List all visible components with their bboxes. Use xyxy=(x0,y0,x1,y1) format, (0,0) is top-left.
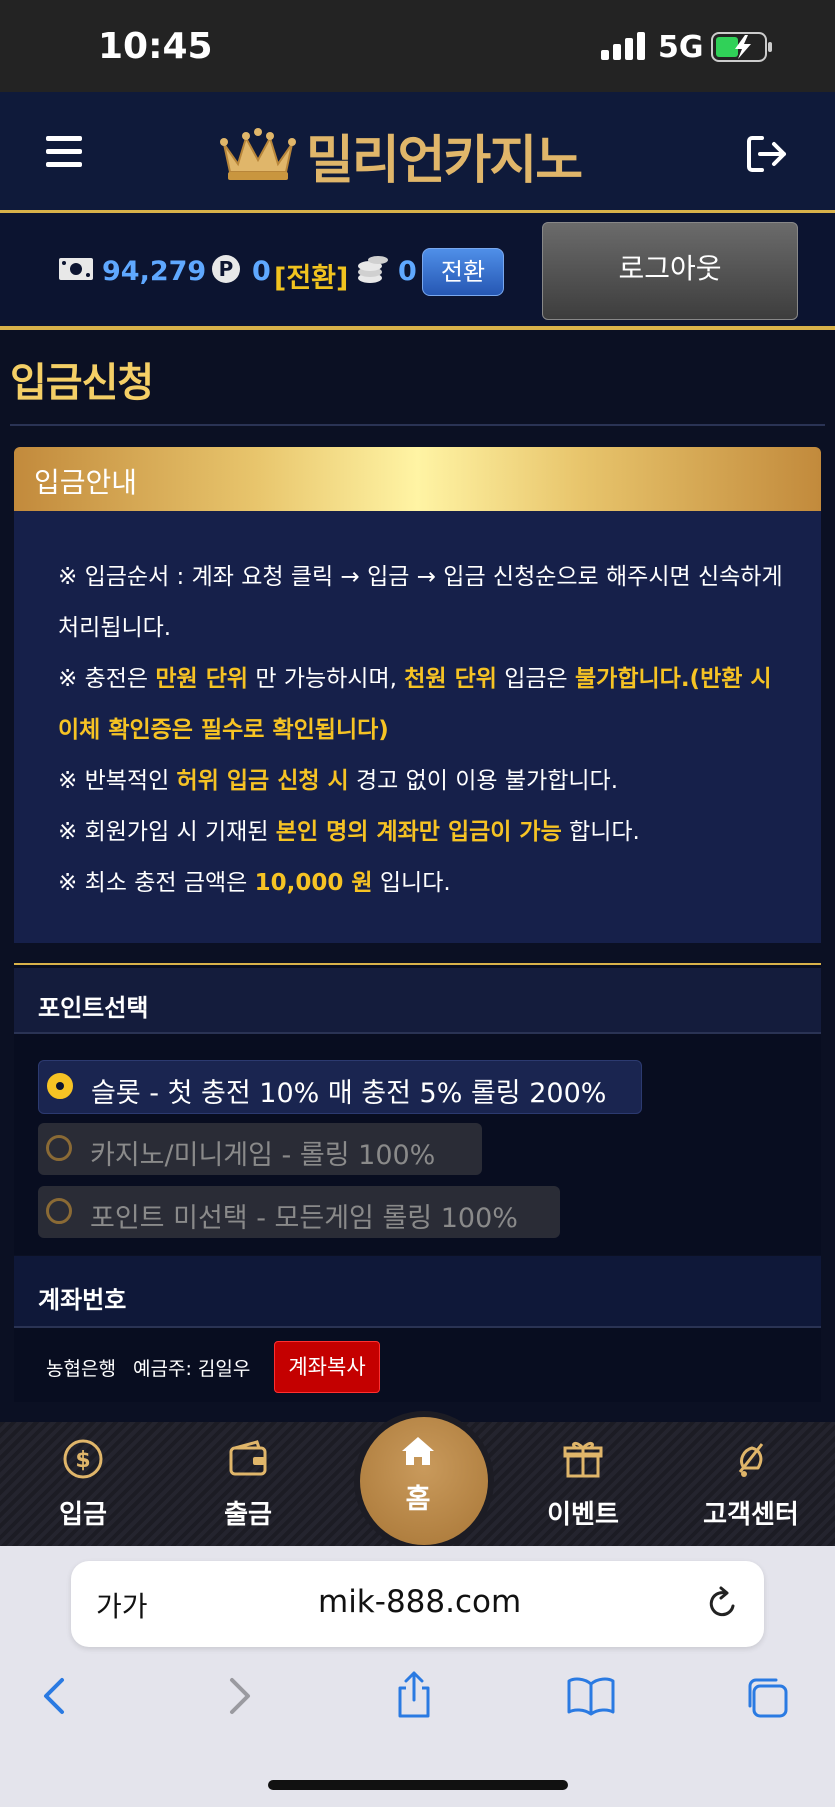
point-option-label: 포인트 미선택 - 모든게임 롤링 100% xyxy=(90,1203,518,1234)
forward-icon[interactable] xyxy=(224,1676,254,1716)
nav-home-label: 홈 xyxy=(405,1484,431,1515)
point-convert-link[interactable]: [전환] xyxy=(274,256,348,295)
notice-text-segment: ※ 반복적인 xyxy=(58,768,177,794)
notice-highlight: 10,000 원 xyxy=(254,870,373,896)
back-icon[interactable] xyxy=(40,1676,70,1716)
account-header xyxy=(14,1256,821,1328)
home-indicator xyxy=(268,1780,568,1790)
coin-balance: 0 xyxy=(398,256,417,287)
point-option-label: 슬롯 - 첫 충전 10% 매 충전 5% 롤링 200% xyxy=(91,1078,607,1109)
notice-text-segment: 입니다. xyxy=(372,870,451,896)
notice-text-segment: 입금은 xyxy=(496,666,576,692)
notice-text-segment: 경고 없이 이용 불가합니다. xyxy=(348,768,619,794)
network-type: 5G xyxy=(658,30,704,65)
point-select-title: 포인트선택 xyxy=(38,994,149,1022)
point-option-casino[interactable]: 카지노/미니게임 - 롤링 100% xyxy=(38,1123,482,1175)
point-balance: 0 xyxy=(252,256,271,287)
convert-button[interactable]: 전환 xyxy=(422,248,504,296)
wallet-icon xyxy=(229,1440,267,1476)
notice-text-segment: ※ 충전은 xyxy=(58,666,156,692)
nav-event-label: 이벤트 xyxy=(547,1500,619,1530)
nav-withdraw-label: 출금 xyxy=(224,1500,272,1530)
status-time: 10:45 xyxy=(98,26,213,67)
crown-icon xyxy=(220,128,296,180)
account-holder: 예금주: 김일우 xyxy=(133,1358,251,1380)
page-title: 입금신청 xyxy=(10,360,154,406)
site-logo[interactable]: 밀리언카지노 xyxy=(306,118,583,193)
notice-text-segment: 합니다. xyxy=(561,819,640,845)
text-size-button[interactable]: 가가 xyxy=(96,1585,148,1625)
notice-highlight: 이체 확인증은 필수로 확인됩니다) xyxy=(58,717,389,743)
reload-icon[interactable] xyxy=(705,1586,739,1622)
nav-support[interactable]: 고객센터 xyxy=(696,1438,806,1531)
gift-icon xyxy=(563,1441,603,1478)
home-icon xyxy=(402,1437,434,1465)
title-divider xyxy=(10,424,825,426)
point-icon: P xyxy=(212,255,240,283)
dollar-coin-icon: $ xyxy=(63,1439,103,1479)
svg-text:$: $ xyxy=(75,1448,90,1473)
radio-icon[interactable] xyxy=(46,1198,72,1224)
bank-name: 농협은행 xyxy=(46,1358,116,1380)
notice-title: 입금안내 xyxy=(34,466,138,499)
point-option-slot[interactable]: 슬롯 - 첫 충전 10% 매 충전 5% 롤링 200% xyxy=(38,1060,642,1114)
logout-button[interactable]: 로그아웃 xyxy=(542,222,798,320)
notice-line: ※ 회원가입 시 기재된 본인 명의 계좌만 입금이 가능 합니다. xyxy=(58,812,640,846)
logout-arrow-icon[interactable] xyxy=(746,134,788,174)
coins-icon xyxy=(358,256,388,283)
tabs-icon[interactable] xyxy=(744,1676,790,1720)
copy-account-button[interactable]: 계좌복사 xyxy=(274,1341,380,1393)
radio-selected-icon[interactable] xyxy=(47,1073,73,1099)
notice-text-segment: 처리됩니다. xyxy=(58,615,172,641)
notice-text-segment: ※ 최소 충전 금액은 xyxy=(58,870,255,896)
notice-highlight: 만원 단위 xyxy=(155,666,249,692)
share-icon[interactable] xyxy=(394,1670,434,1720)
signal-icon xyxy=(601,32,645,60)
notice-text-segment: 만 가능하시며, xyxy=(248,666,405,692)
notice-highlight: 허위 입금 신청 시 xyxy=(176,768,349,794)
nav-support-label: 고객센터 xyxy=(703,1500,799,1530)
nav-withdraw[interactable]: 출금 xyxy=(193,1438,303,1531)
bell-icon xyxy=(738,1443,764,1477)
notice-line: ※ 반복적인 허위 입금 신청 시 경고 없이 이용 불가합니다. xyxy=(58,761,618,795)
bookmarks-icon[interactable] xyxy=(566,1676,616,1716)
notice-highlight: 불가합니다.(반환 시 xyxy=(575,666,772,692)
notice-highlight: 천원 단위 xyxy=(404,666,497,692)
notice-text-segment: ※ 입금순서 : 계좌 요청 클릭 → 입금 → 입금 신청순으로 해주시면 신… xyxy=(58,564,783,590)
radio-icon[interactable] xyxy=(46,1135,72,1161)
nav-event[interactable]: 이벤트 xyxy=(528,1438,638,1531)
point-option-label: 카지노/미니게임 - 롤링 100% xyxy=(90,1140,436,1171)
account-title: 계좌번호 xyxy=(38,1286,127,1314)
money-balance: 94,279 xyxy=(102,256,207,287)
nav-deposit-label: 입금 xyxy=(59,1500,107,1530)
nav-deposit[interactable]: $ 입금 xyxy=(28,1438,138,1531)
notice-line: 처리됩니다. xyxy=(58,608,171,642)
notice-line: ※ 최소 충전 금액은 10,000 원 입니다. xyxy=(58,863,451,897)
battery-charging-icon xyxy=(711,32,772,62)
url-text[interactable]: mik-888.com xyxy=(318,1584,521,1620)
notice-text-segment: ※ 회원가입 시 기재된 xyxy=(58,819,276,845)
notice-highlight: 본인 명의 계좌만 입금이 가능 xyxy=(275,819,562,845)
notice-line: ※ 입금순서 : 계좌 요청 클릭 → 입금 → 입금 신청순으로 해주시면 신… xyxy=(58,557,783,591)
menu-button[interactable] xyxy=(46,136,86,168)
notice-line: 이체 확인증은 필수로 확인됩니다) xyxy=(58,710,389,744)
point-option-none[interactable]: 포인트 미선택 - 모든게임 롤링 100% xyxy=(38,1186,560,1238)
cash-icon xyxy=(59,258,93,280)
notice-line: ※ 충전은 만원 단위 만 가능하시며, 천원 단위 입금은 불가합니다.(반환… xyxy=(58,659,772,693)
